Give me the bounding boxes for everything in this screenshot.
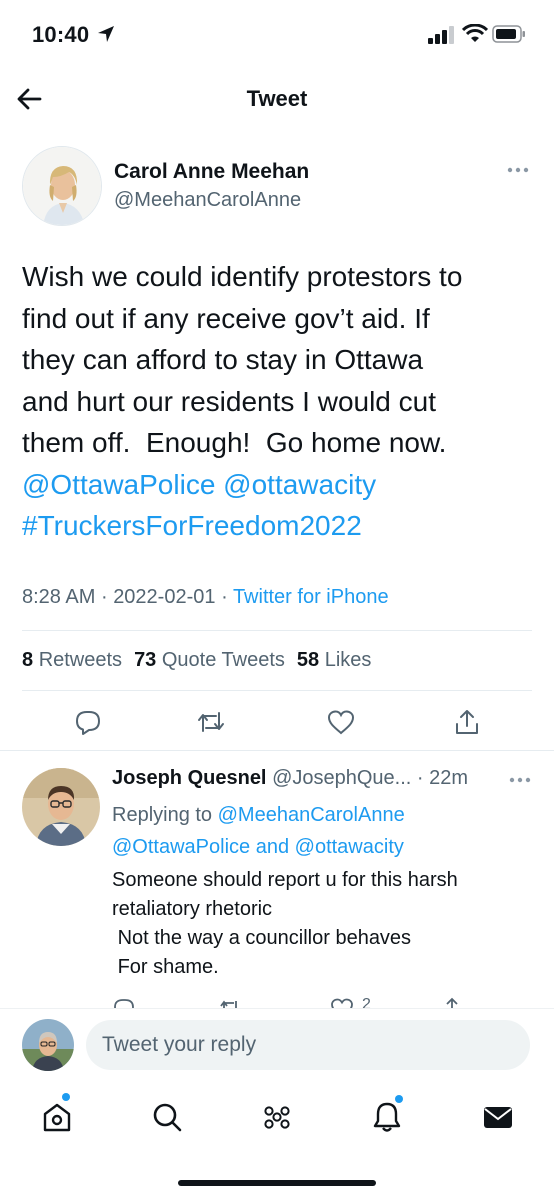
tweet-line: them off. Enough! Go home now. xyxy=(22,427,447,458)
cellular-signal-icon xyxy=(428,26,454,44)
like-icon[interactable] xyxy=(326,707,356,737)
replying-prefix: Replying to xyxy=(112,804,213,826)
divider xyxy=(0,750,554,751)
reply-separator: · xyxy=(416,767,424,789)
status-bar: 10:40 xyxy=(0,0,554,70)
likes-count: 58 xyxy=(296,649,320,671)
notifications-icon[interactable] xyxy=(370,1100,404,1134)
mention-link[interactable]: @ottawacity xyxy=(223,469,376,500)
messages-icon[interactable] xyxy=(481,1100,515,1134)
home-indicator xyxy=(178,1180,376,1186)
reply-time: 22m xyxy=(429,767,469,789)
replying-to: Replying to @MeehanCarolAnne @OttawaPoli… xyxy=(112,799,532,863)
replying-mention[interactable]: @OttawaPolice xyxy=(112,836,250,858)
reply-author-handle[interactable]: @JosephQue... xyxy=(272,767,411,789)
spaces-icon[interactable] xyxy=(260,1100,294,1134)
page-title: Tweet xyxy=(246,86,308,111)
author-handle[interactable]: @MeehanCarolAnne xyxy=(114,189,301,212)
home-notification-dot xyxy=(62,1093,70,1101)
retweets-stat[interactable]: 8 Retweets xyxy=(22,649,122,671)
reply-input[interactable] xyxy=(86,1020,530,1070)
current-user-avatar[interactable] xyxy=(22,1019,74,1071)
reply-text: Someone should report u for this harsh r… xyxy=(112,869,458,978)
reply-like-icon[interactable] xyxy=(330,996,354,1008)
home-icon[interactable] xyxy=(40,1100,74,1134)
location-arrow-icon xyxy=(98,26,114,42)
reply-more-options-icon[interactable] xyxy=(508,774,532,786)
author-name[interactable]: Carol Anne Meehan xyxy=(114,160,309,184)
tweet-meta: 8:28 AM · 2022-02-01 · Twitter for iPhon… xyxy=(22,586,389,609)
tweet-line: find out if any receive gov’t aid. If xyxy=(22,302,430,334)
tweet-line: and hurt our residents I would cut xyxy=(22,385,437,417)
retweet-icon[interactable] xyxy=(196,707,226,737)
replying-and[interactable]: and xyxy=(256,836,289,858)
quotes-count: 73 xyxy=(134,649,157,671)
notifications-dot xyxy=(395,1095,403,1103)
quotes-label: Quote Tweets xyxy=(161,649,285,671)
likes-label: Likes xyxy=(324,649,372,671)
status-time: 10:40 xyxy=(32,22,90,47)
tweet-time: 8:28 AM xyxy=(22,586,96,608)
share-icon[interactable] xyxy=(452,707,482,737)
reply-author-name[interactable]: Joseph Quesnel xyxy=(112,767,267,789)
reply-share-icon[interactable] xyxy=(440,996,464,1008)
meta-separator: · xyxy=(221,586,228,608)
reply-reply-icon[interactable] xyxy=(112,996,136,1008)
battery-icon xyxy=(492,25,525,43)
tweet-text: Wish we could identify protestors to fin… xyxy=(22,256,542,547)
reply-actions: 2 xyxy=(0,994,554,1008)
retweets-count: 8 xyxy=(22,649,34,671)
reply-header: Joseph Quesnel @JosephQue... · 22m xyxy=(112,767,468,790)
retweets-label: Retweets xyxy=(38,649,123,671)
author-avatar[interactable] xyxy=(22,146,102,226)
divider xyxy=(22,630,532,631)
likes-stat[interactable]: 58 Likes xyxy=(297,649,372,671)
replying-mention[interactable]: @MeehanCarolAnne xyxy=(218,804,405,826)
search-icon[interactable] xyxy=(150,1100,184,1134)
mention-link[interactable]: @OttawaPolice xyxy=(22,469,215,500)
top-header: Tweet xyxy=(0,70,554,130)
tweet-source-link[interactable]: Twitter for iPhone xyxy=(233,586,389,608)
wifi-icon xyxy=(462,24,488,42)
hashtag-link[interactable]: #TruckersForFreedom2022 xyxy=(22,510,362,541)
reply-author-avatar[interactable] xyxy=(22,768,100,846)
divider xyxy=(22,690,532,691)
reply-icon[interactable] xyxy=(73,707,103,737)
tweet-line: Wish we could identify protestors to xyxy=(22,261,463,292)
tweet-actions xyxy=(0,705,554,741)
reply-retweet-icon[interactable] xyxy=(218,996,242,1008)
reply-likes-count: 2 xyxy=(362,996,371,1008)
tweet-stats: 8 Retweets 73 Quote Tweets 58 Likes xyxy=(22,649,371,672)
more-options-icon[interactable] xyxy=(506,164,530,176)
tweet-date: 2022-02-01 xyxy=(113,586,216,608)
replying-mention[interactable]: @ottawacity xyxy=(295,836,404,858)
meta-separator: · xyxy=(100,586,108,608)
tweet-line: they can afford to stay in Ottawa xyxy=(22,344,424,375)
quotes-stat[interactable]: 73 Quote Tweets xyxy=(134,649,285,671)
bottom-nav xyxy=(0,1088,554,1148)
